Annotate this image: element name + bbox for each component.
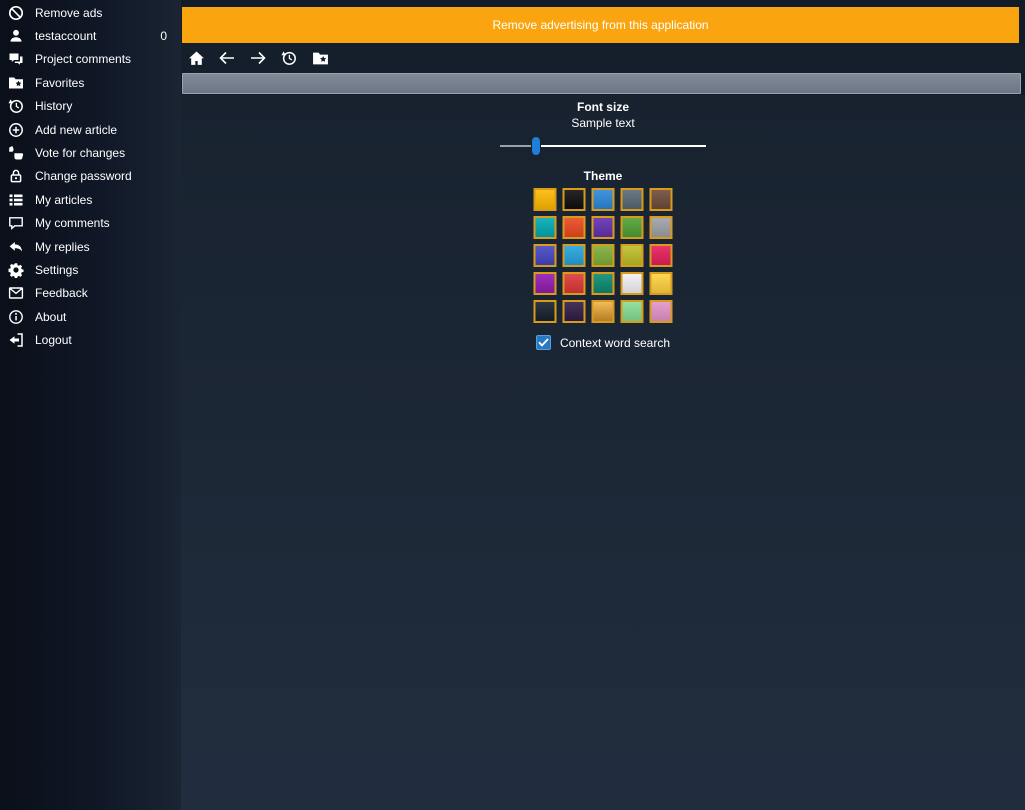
sidebar: Remove ads testaccount 0 Project comments Fa… (0, 0, 181, 810)
theme-swatch-20[interactable] (649, 272, 673, 295)
feedback-icon (7, 285, 24, 302)
sidebar-item-vote-for-changes[interactable]: Vote for changes (0, 141, 181, 164)
back-button[interactable] (218, 49, 236, 67)
theme-swatch-11[interactable] (533, 244, 557, 267)
banner-text: Remove advertising from this application (492, 18, 709, 32)
favorites-button[interactable] (311, 49, 329, 67)
add-new-article-icon (7, 121, 24, 138)
sidebar-item-label: Remove ads (35, 5, 103, 20)
remove-ads-icon (7, 4, 24, 21)
theme-swatch-21[interactable] (533, 300, 557, 323)
sidebar-item-feedback[interactable]: Feedback (0, 282, 181, 305)
sidebar-item-label: Project comments (35, 52, 132, 67)
search-input[interactable] (182, 73, 1021, 94)
theme-swatch-14[interactable] (620, 244, 644, 267)
theme-swatch-10[interactable] (649, 216, 673, 239)
theme-swatch-16[interactable] (533, 272, 557, 295)
favorites-icon (7, 74, 24, 91)
sidebar-item-label: My replies (35, 239, 90, 254)
font-size-slider[interactable] (500, 136, 706, 156)
sidebar-item-favorites[interactable]: Favorites (0, 71, 181, 94)
checkmark-icon (538, 338, 549, 347)
sidebar-item-label: Feedback (35, 286, 88, 301)
logout-icon (7, 332, 24, 349)
theme-swatch-2[interactable] (562, 188, 586, 211)
theme-swatch-13[interactable] (591, 244, 615, 267)
theme-swatch-25[interactable] (649, 300, 673, 323)
sidebar-item-label: My articles (35, 192, 93, 207)
change-password-icon (7, 168, 24, 185)
theme-swatch-4[interactable] (620, 188, 644, 211)
about-icon (7, 308, 24, 325)
back-icon (218, 50, 236, 66)
settings-icon (7, 261, 24, 278)
forward-icon (249, 50, 267, 66)
theme-swatch-8[interactable] (591, 216, 615, 239)
sidebar-item-label: Favorites (35, 75, 85, 90)
navigation-toolbar (181, 43, 1025, 73)
home-button[interactable] (187, 49, 205, 67)
remove-ads-banner[interactable]: Remove advertising from this application (182, 7, 1019, 43)
theme-swatch-23[interactable] (591, 300, 615, 323)
theme-swatch-grid (533, 188, 673, 323)
sidebar-item-my-replies[interactable]: My replies (0, 235, 181, 258)
theme-swatch-9[interactable] (620, 216, 644, 239)
theme-swatch-7[interactable] (562, 216, 586, 239)
theme-swatch-5[interactable] (649, 188, 673, 211)
theme-swatch-17[interactable] (562, 272, 586, 295)
history-button[interactable] (280, 49, 298, 67)
settings-panel: Font size Sample text Theme Context word… (181, 95, 1025, 810)
theme-swatch-18[interactable] (591, 272, 615, 295)
font-size-sample-text: Sample text (571, 116, 635, 130)
sidebar-item-label: Vote for changes (35, 146, 126, 161)
theme-swatch-1[interactable] (533, 188, 557, 211)
theme-swatch-6[interactable] (533, 216, 557, 239)
sidebar-item-label: My comments (35, 216, 110, 231)
context-word-search-label: Context word search (559, 335, 671, 350)
context-word-search-checkbox[interactable] (535, 335, 551, 350)
my-replies-icon (7, 238, 24, 255)
sidebar-item-my-articles[interactable]: My articles (0, 188, 181, 211)
theme-title: Theme (583, 169, 623, 183)
context-search-row: Context word search (181, 335, 1025, 350)
history-icon (7, 98, 24, 115)
slider-thumb[interactable] (532, 137, 540, 155)
history-icon (281, 50, 297, 66)
sidebar-item-settings[interactable]: Settings (0, 258, 181, 281)
theme-swatch-3[interactable] (591, 188, 615, 211)
slider-track[interactable] (541, 145, 706, 147)
theme-swatch-15[interactable] (649, 244, 673, 267)
sidebar-item-label: Add new article (35, 122, 118, 137)
sidebar-item-label: History (35, 99, 73, 114)
sidebar-item-add-new-article[interactable]: Add new article (0, 118, 181, 141)
sidebar-item-label: Logout (35, 333, 72, 348)
project-comments-icon (7, 51, 24, 68)
theme-swatch-24[interactable] (620, 300, 644, 323)
slider-track-filled[interactable] (500, 145, 531, 147)
sidebar-item-history[interactable]: History (0, 95, 181, 118)
theme-swatch-19[interactable] (620, 272, 644, 295)
account-icon (7, 28, 24, 45)
sidebar-item-label: testaccount (35, 29, 97, 44)
sidebar-item-change-password[interactable]: Change password (0, 165, 181, 188)
my-comments-icon (7, 215, 24, 232)
sidebar-item-testaccount[interactable]: testaccount 0 (0, 24, 181, 47)
sidebar-item-remove-ads[interactable]: Remove ads (0, 1, 181, 24)
sidebar-item-project-comments[interactable]: Project comments (0, 48, 181, 71)
forward-button[interactable] (249, 49, 267, 67)
sidebar-item-label: Settings (35, 262, 79, 277)
my-articles-icon (7, 191, 24, 208)
font-size-title: Font size (576, 100, 629, 114)
sidebar-item-about[interactable]: About (0, 305, 181, 328)
notification-count: 0 (160, 29, 167, 44)
vote-for-changes-icon (7, 145, 24, 162)
sidebar-item-logout[interactable]: Logout (0, 328, 181, 351)
sidebar-item-label: Change password (35, 169, 132, 184)
theme-swatch-22[interactable] (562, 300, 586, 323)
home-icon (188, 50, 205, 67)
sidebar-item-my-comments[interactable]: My comments (0, 212, 181, 235)
sidebar-item-label: About (35, 309, 67, 324)
theme-swatch-12[interactable] (562, 244, 586, 267)
favorites-folder-icon (312, 50, 329, 67)
